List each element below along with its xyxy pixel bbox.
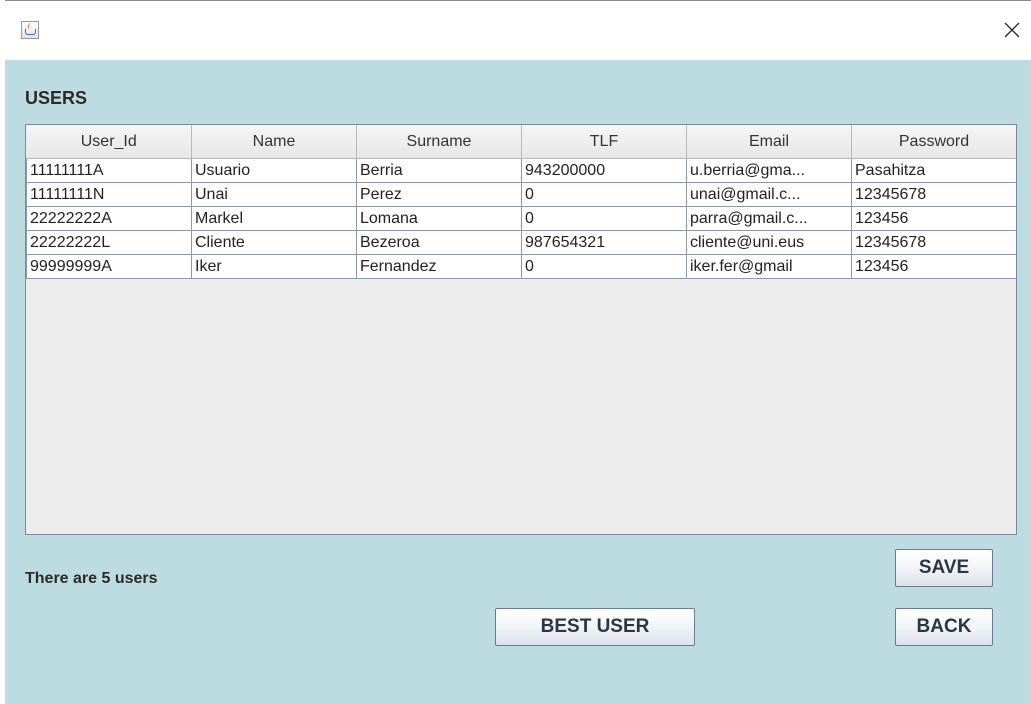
column-header-password[interactable]: Password xyxy=(851,125,1016,159)
table-row[interactable]: 99999999A Iker Fernandez 0 iker.fer@gmail 123… xyxy=(26,254,1016,279)
best-user-button[interactable]: BEST USER xyxy=(495,608,695,646)
table-cell[interactable]: unai@gmail.c... xyxy=(686,182,852,207)
table-cell[interactable]: 987654321 xyxy=(521,230,687,255)
table-cell[interactable]: parra@gmail.c... xyxy=(686,206,852,231)
table-cell[interactable]: u.berria@gma... xyxy=(686,158,852,183)
column-header-user-id[interactable]: User_Id xyxy=(26,125,192,159)
table-cell[interactable]: 123456 xyxy=(851,206,1016,231)
table-cell[interactable]: 0 xyxy=(521,254,687,279)
column-header-tlf[interactable]: TLF xyxy=(521,125,687,159)
table-cell[interactable]: 99999999A xyxy=(26,254,192,279)
column-header-name[interactable]: Name xyxy=(191,125,357,159)
table-cell[interactable]: Perez xyxy=(356,182,522,207)
table-header: User_Id Name Surname TLF Email Password xyxy=(26,125,1016,159)
users-window: USERS User_Id Name Surname TLF Email Password… xyxy=(5,0,1031,704)
table-cell[interactable]: Fernandez xyxy=(356,254,522,279)
table-cell[interactable]: Iker xyxy=(191,254,357,279)
table-cell[interactable]: Lomana xyxy=(356,206,522,231)
table-cell[interactable]: 0 xyxy=(521,182,687,207)
users-table[interactable]: User_Id Name Surname TLF Email Password 11111… xyxy=(25,124,1017,535)
table-cell[interactable]: 12345678 xyxy=(851,230,1016,255)
column-header-email[interactable]: Email xyxy=(686,125,852,159)
title-bar[interactable] xyxy=(5,0,1031,60)
java-cup-icon xyxy=(21,21,39,39)
column-header-surname[interactable]: Surname xyxy=(356,125,522,159)
table-cell[interactable]: 22222222L xyxy=(26,230,192,255)
table-cell[interactable]: Markel xyxy=(191,206,357,231)
table-cell[interactable]: Berria xyxy=(356,158,522,183)
table-cell[interactable]: iker.fer@gmail xyxy=(686,254,852,279)
table-cell[interactable]: cliente@uni.eus xyxy=(686,230,852,255)
table-cell[interactable]: 11111111A xyxy=(26,158,192,183)
table-cell[interactable]: Cliente xyxy=(191,230,357,255)
back-button[interactable]: BACK xyxy=(895,608,993,646)
table-cell[interactable]: Usuario xyxy=(191,158,357,183)
table-cell[interactable]: 22222222A xyxy=(26,206,192,231)
table-cell[interactable]: 12345678 xyxy=(851,182,1016,207)
user-count-label: There are 5 users xyxy=(25,570,158,587)
table-row[interactable]: 11111111N Unai Perez 0 unai@gmail.c... 123456… xyxy=(26,182,1016,207)
table-row[interactable]: 22222222L Cliente Bezeroa 987654321 cliente@… xyxy=(26,230,1016,255)
table-cell[interactable]: Unai xyxy=(191,182,357,207)
table-cell[interactable]: Pasahitza xyxy=(851,158,1016,183)
table-cell[interactable]: Bezeroa xyxy=(356,230,522,255)
table-cell[interactable]: 123456 xyxy=(851,254,1016,279)
table-cell[interactable]: 943200000 xyxy=(521,158,687,183)
table-row[interactable]: 22222222A Markel Lomana 0 parra@gmail.c... 12… xyxy=(26,206,1016,231)
panel-title: USERS xyxy=(25,88,88,108)
table-cell[interactable]: 0 xyxy=(521,206,687,231)
save-button[interactable]: SAVE xyxy=(895,549,993,587)
table-cell[interactable]: 11111111N xyxy=(26,182,192,207)
table-row[interactable]: 11111111A Usuario Berria 943200000 u.berria@… xyxy=(26,158,1016,183)
close-icon[interactable] xyxy=(997,15,1027,45)
